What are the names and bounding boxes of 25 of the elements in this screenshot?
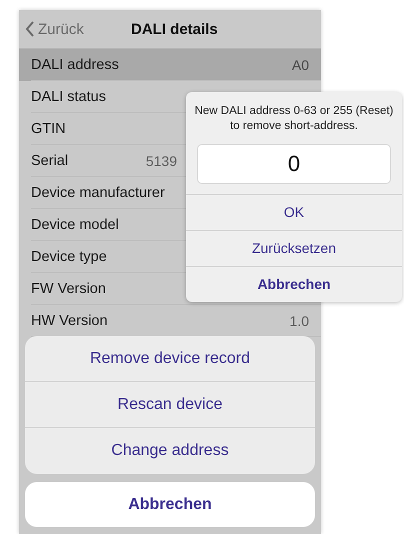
row-label: Device model xyxy=(31,217,119,233)
row-label: DALI address xyxy=(31,57,119,73)
row-label: HW Version xyxy=(31,313,108,329)
detail-row[interactable]: HW Version 1.0 xyxy=(19,305,321,337)
row-label: Device type xyxy=(31,249,107,265)
dialog-button[interactable]: OK xyxy=(186,194,402,230)
row-label: GTIN xyxy=(31,121,66,137)
action-button[interactable]: Remove device record xyxy=(25,336,315,382)
dialog-button[interactable]: Abbrechen xyxy=(186,266,402,302)
screen-title: DALI details xyxy=(131,20,218,38)
row-label: FW Version xyxy=(31,281,106,297)
row-label: Serial xyxy=(31,153,68,169)
chevron-left-icon xyxy=(25,21,35,37)
action-button[interactable]: Rescan device xyxy=(25,382,315,428)
row-value: A0 xyxy=(292,57,309,73)
row-value: 5139 xyxy=(146,153,177,169)
detail-row[interactable]: DALI address A0 xyxy=(19,49,321,81)
row-label: Device manufacturer xyxy=(31,185,165,201)
row-value: 1.0 xyxy=(290,313,309,329)
action-button[interactable]: Change address xyxy=(25,428,315,474)
address-input[interactable]: 0 xyxy=(197,144,391,184)
cancel-button[interactable]: Abbrechen xyxy=(25,482,315,527)
dialog-message: New DALI address 0-63 or 255 (Reset) to remove short-address. xyxy=(194,104,394,134)
dialog-button[interactable]: Zurücksetzen xyxy=(186,230,402,266)
row-label: DALI status xyxy=(31,89,106,105)
